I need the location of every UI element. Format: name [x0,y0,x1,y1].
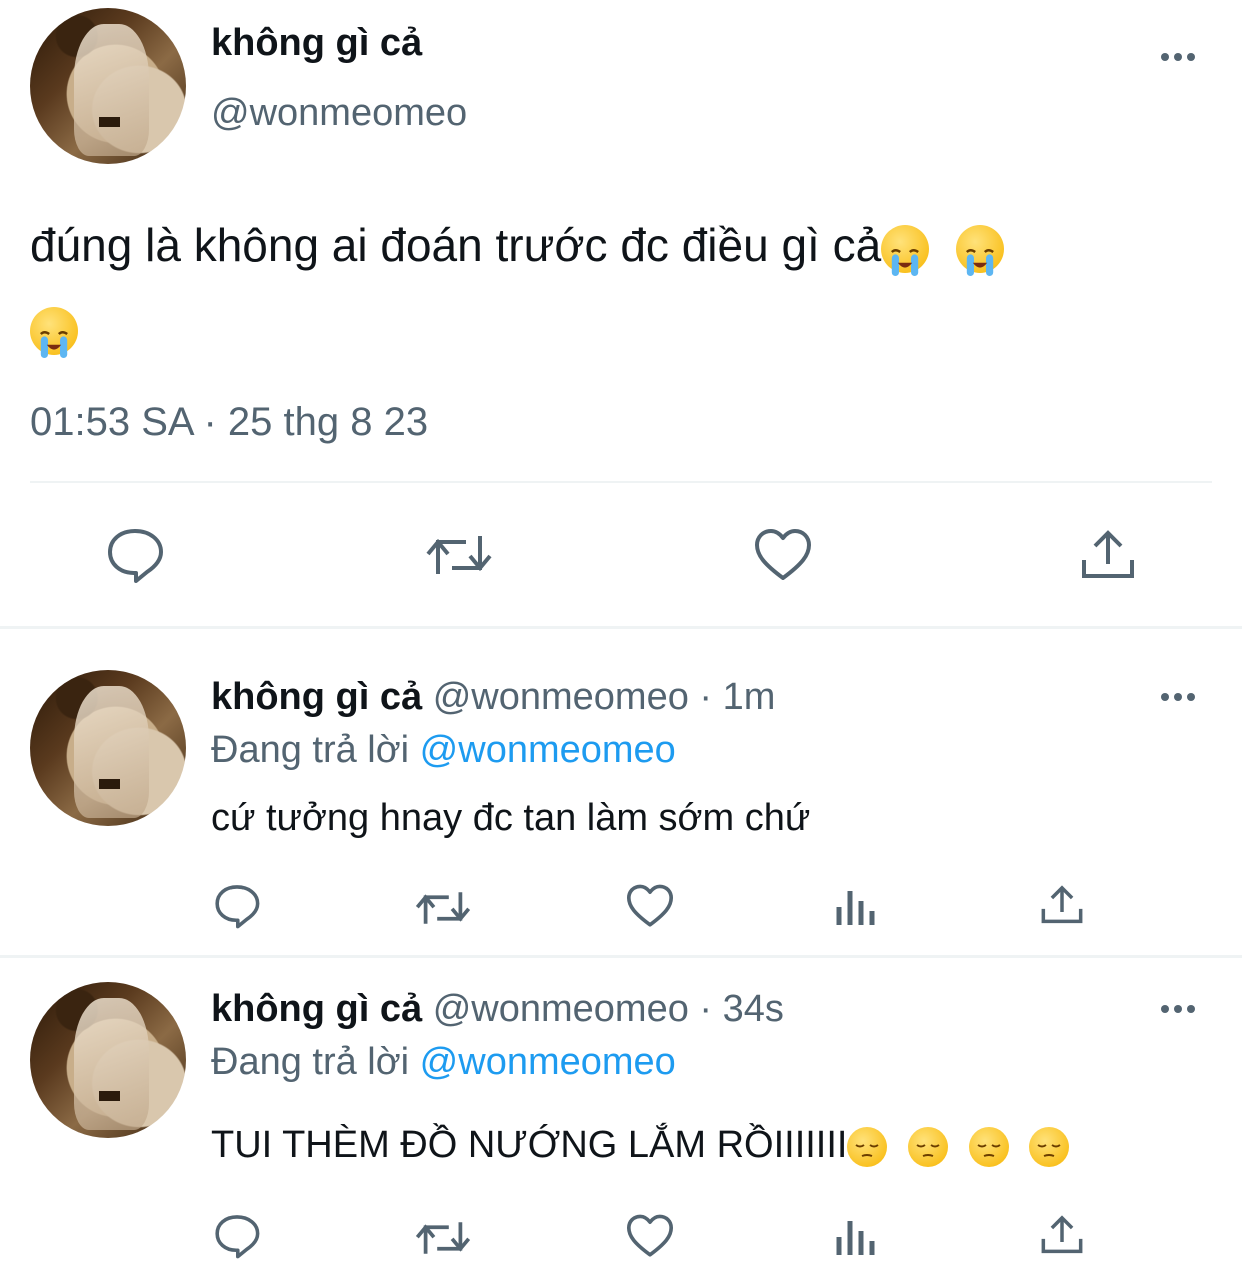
display-name[interactable]: không gì cả [211,676,422,718]
retweet-icon[interactable] [424,530,494,580]
reply-header: không gì cả @wonmeomeo · 1m [211,676,775,719]
reply-icon[interactable] [214,1213,260,1259]
handle[interactable]: @wonmeomeo [433,988,689,1030]
retweet-icon[interactable] [414,1217,472,1259]
loudly-crying-face-icon [955,224,1004,276]
more-options-icon[interactable] [1161,53,1195,61]
share-icon[interactable] [1040,884,1084,926]
tweet-text: đúng là không ai đoán trước đc điều gì c… [30,204,1220,368]
analytics-icon[interactable] [834,885,878,927]
more-options-icon[interactable] [1161,693,1195,701]
replying-to-label: Đang trả lời [211,1041,410,1083]
replying-to: Đang trả lời @wonmeomeo [211,729,676,772]
loudly-crying-face-icon [881,224,930,276]
avatar[interactable] [30,670,186,826]
reply-icon[interactable] [106,527,164,583]
pensive-face-icon [968,1126,1009,1167]
share-icon[interactable] [1040,1214,1084,1256]
replying-to: Đang trả lời @wonmeomeo [211,1041,676,1084]
reply-time[interactable]: · 1m [699,676,775,718]
display-name[interactable]: không gì cả [211,22,422,65]
reply-icon[interactable] [214,883,260,929]
like-icon[interactable] [754,528,812,582]
divider [30,481,1212,483]
more-options-icon[interactable] [1161,1005,1195,1013]
retweet-icon[interactable] [414,887,472,929]
handle[interactable]: @wonmeomeo [211,92,467,135]
display-name[interactable]: không gì cả [211,988,422,1030]
pensive-face-icon [847,1126,888,1167]
reply-text: cứ tưởng hnay đc tan làm sớm chứ [211,797,811,839]
tweet-text-body: đúng là không ai đoán trước đc điều gì c… [30,219,882,271]
reply-text-body: TUI THÈM ĐỒ NƯỚNG LẮM RỒIIIIIII [211,1124,848,1166]
like-icon[interactable] [626,1214,674,1258]
analytics-icon[interactable] [834,1215,878,1257]
replying-to-handle[interactable]: @wonmeomeo [420,729,676,771]
reply-time[interactable]: · 34s [699,988,783,1030]
divider [0,626,1242,629]
share-icon[interactable] [1080,528,1136,582]
timestamp[interactable]: 01:53 SA · 25 thg 8 23 [30,400,428,445]
handle[interactable]: @wonmeomeo [433,676,689,718]
like-icon[interactable] [626,884,674,928]
pensive-face-icon [1029,1126,1070,1167]
reply-text: TUI THÈM ĐỒ NƯỚNG LẮM RỒIIIIIII [211,1122,1070,1168]
avatar[interactable] [30,8,186,164]
replying-to-label: Đang trả lời [211,729,410,771]
loudly-crying-face-icon [30,306,78,358]
divider [0,955,1242,958]
avatar[interactable] [30,982,186,1138]
reply-header: không gì cả @wonmeomeo · 34s [211,988,784,1031]
replying-to-handle[interactable]: @wonmeomeo [420,1041,676,1083]
pensive-face-icon [908,1126,949,1167]
